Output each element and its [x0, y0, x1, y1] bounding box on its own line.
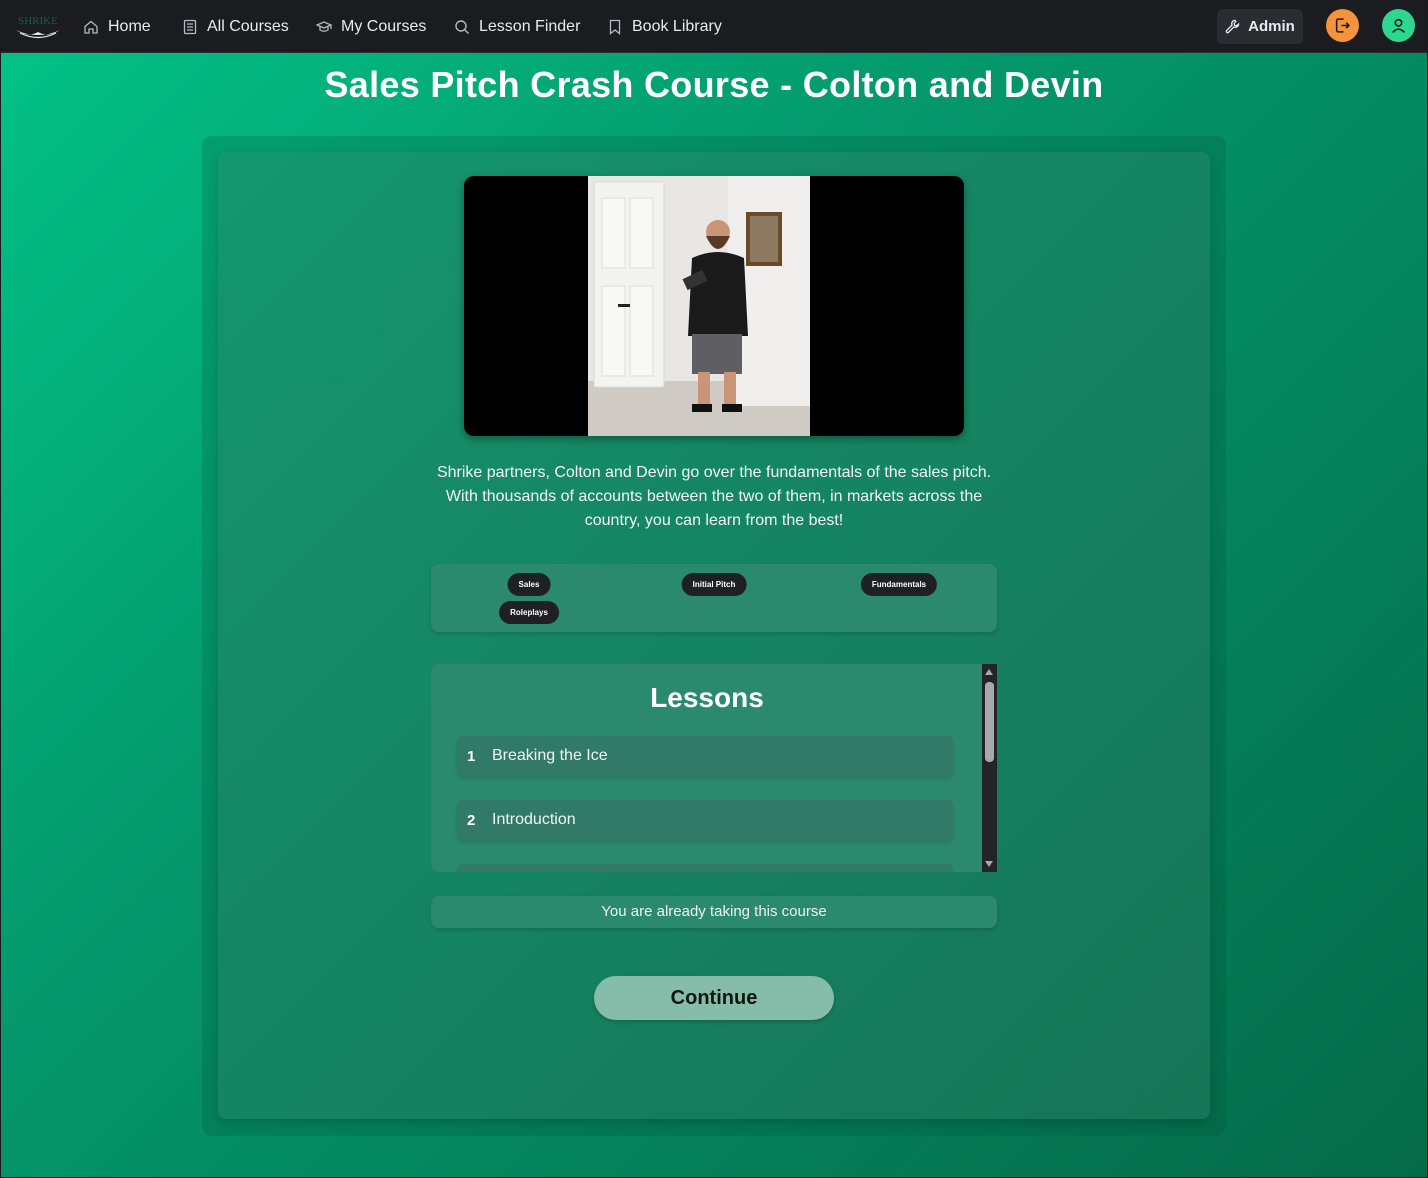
nav-home-label: Home — [108, 18, 151, 35]
tag-roleplays[interactable]: Roleplays — [499, 601, 559, 624]
scroll-thumb[interactable] — [985, 682, 994, 762]
lessons-panel: Lessons 1 Breaking the Ice 2 Introductio… — [431, 664, 997, 872]
nav-home[interactable]: Home — [83, 15, 151, 39]
scroll-up-arrow-icon[interactable] — [985, 669, 993, 675]
continue-button[interactable]: Continue — [594, 976, 834, 1020]
lessons-heading: Lessons — [650, 682, 764, 713]
nav-lesson-finder[interactable]: Lesson Finder — [454, 15, 580, 39]
tag-initial-pitch[interactable]: Initial Pitch — [681, 573, 747, 596]
lesson-item[interactable] — [457, 864, 953, 872]
lesson-title: Breaking the Ice — [492, 747, 608, 764]
home-icon — [84, 20, 98, 34]
nav-all-courses-label: All Courses — [207, 18, 289, 35]
profile-button[interactable] — [1382, 9, 1415, 42]
nav-book-library-label: Book Library — [632, 18, 722, 35]
video-frame — [588, 176, 810, 436]
search-icon — [455, 20, 469, 34]
nav-all-courses[interactable]: All Courses — [182, 15, 289, 39]
lesson-title: Introduction — [492, 811, 576, 828]
nav-my-courses[interactable]: My Courses — [316, 15, 426, 39]
document-icon — [183, 19, 197, 35]
logout-button[interactable] — [1326, 9, 1359, 42]
page-title: Sales Pitch Crash Course - Colton and De… — [324, 64, 1104, 105]
lesson-item[interactable]: 2 Introduction — [457, 800, 953, 840]
admin-button[interactable]: Admin — [1217, 9, 1303, 44]
course-video-player[interactable] — [464, 176, 964, 436]
lesson-item[interactable]: 1 Breaking the Ice — [457, 736, 953, 776]
admin-label: Admin — [1248, 18, 1295, 35]
nav-my-courses-label: My Courses — [341, 18, 427, 35]
course-description: Shrike partners, Colton and Devin go ove… — [436, 464, 992, 529]
bookmark-icon — [609, 19, 621, 35]
lesson-number: 2 — [467, 811, 476, 829]
tag-fundamentals[interactable]: Fundamentals — [860, 573, 938, 596]
shrike-logo[interactable]: SHRIKE — [14, 12, 62, 40]
tag-sales[interactable]: Sales — [507, 573, 551, 596]
lessons-scrollbar[interactable] — [982, 664, 997, 872]
graduation-cap-icon — [316, 21, 332, 32]
logout-icon — [1335, 18, 1351, 33]
tags-container: Sales Initial Pitch Fundamentals Rolepla… — [431, 564, 997, 632]
wrench-icon — [1225, 19, 1240, 34]
top-navbar: SHRIKE Home All Courses My Courses Lesso… — [0, 0, 1428, 53]
lesson-number: 1 — [467, 747, 476, 765]
nav-lesson-finder-label: Lesson Finder — [479, 18, 581, 35]
logo-text: SHRIKE — [18, 15, 58, 27]
nav-book-library[interactable]: Book Library — [607, 15, 722, 39]
user-icon — [1392, 18, 1405, 33]
enrollment-status: You are already taking this course — [431, 896, 997, 928]
scroll-down-arrow-icon[interactable] — [985, 861, 993, 867]
